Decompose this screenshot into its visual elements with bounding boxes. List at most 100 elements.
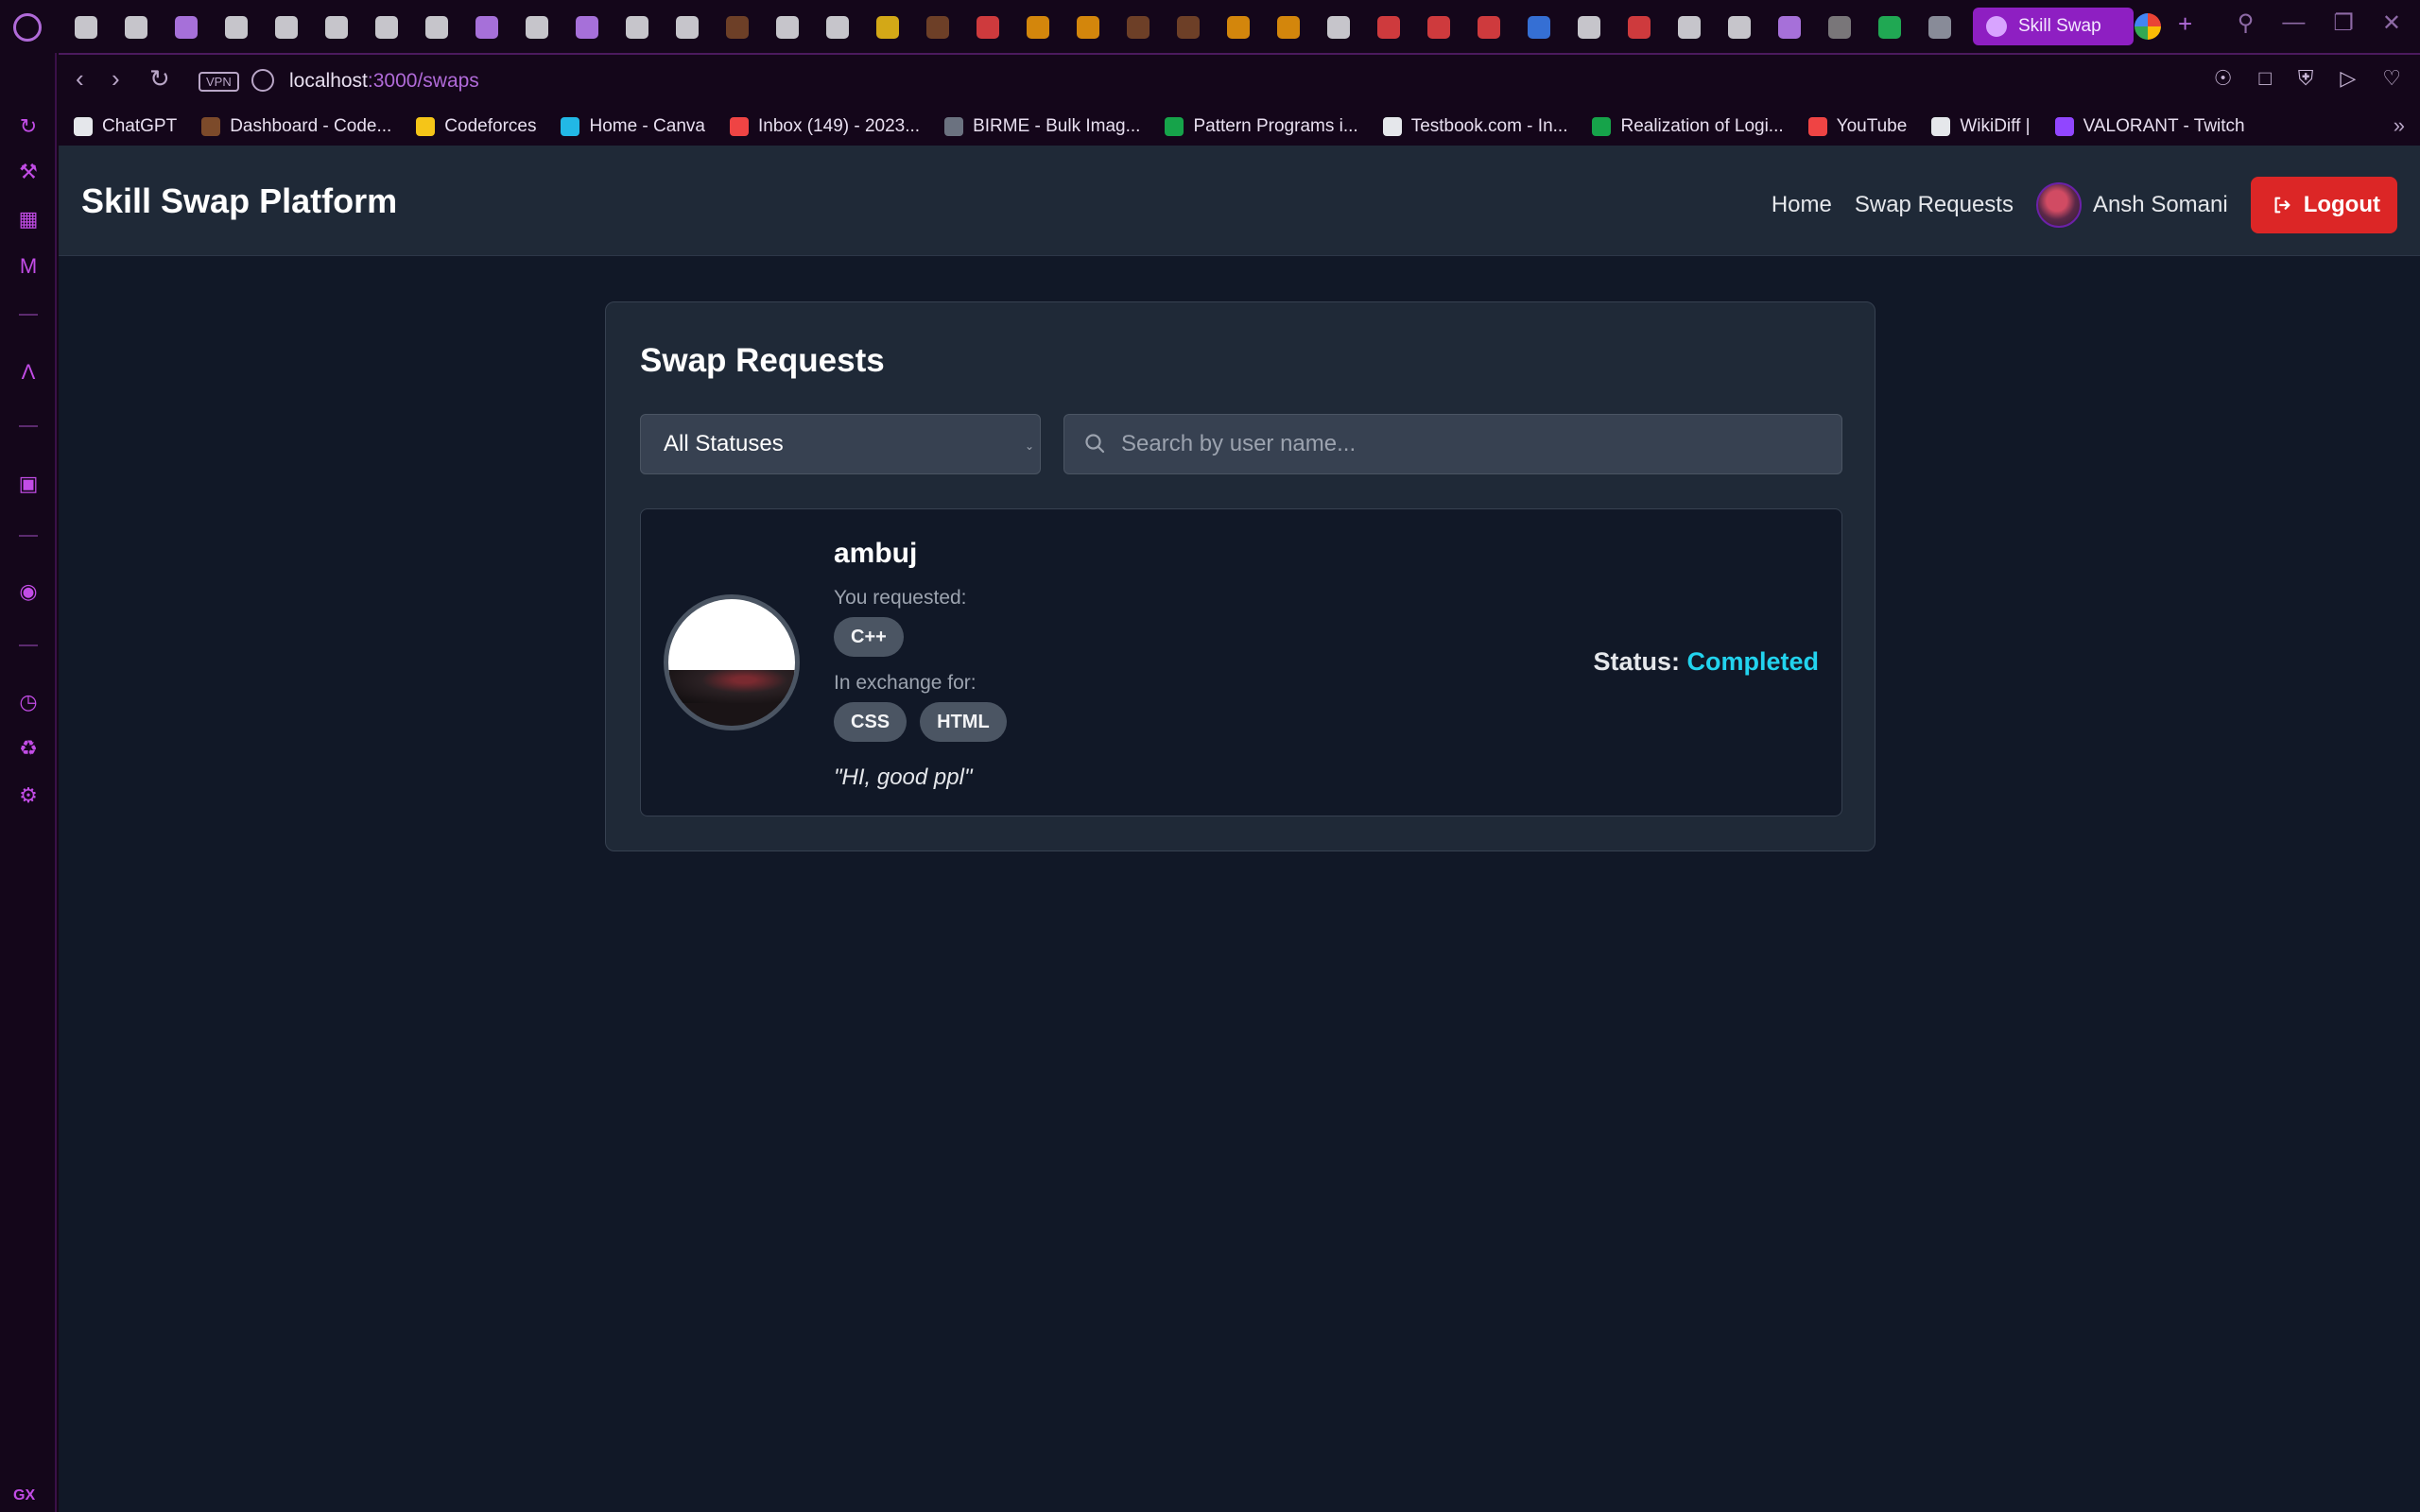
opera-icon[interactable] bbox=[1824, 11, 1855, 43]
meet-icon[interactable] bbox=[1874, 11, 1905, 43]
chevron-down-icon: ⌄ bbox=[1024, 439, 1034, 453]
gmail-glyph bbox=[1477, 15, 1500, 39]
pin-icon[interactable]: ☉ bbox=[2214, 66, 2233, 91]
github-icon[interactable] bbox=[1573, 11, 1604, 43]
heart-icon[interactable]: ♡ bbox=[2382, 66, 2401, 91]
speed-dial-icon[interactable]: ↻ bbox=[15, 113, 42, 140]
sidebar-divider bbox=[19, 425, 38, 427]
bookmark-item[interactable]: Inbox (149) - 2023... bbox=[729, 116, 920, 137]
leetcode-icon[interactable] bbox=[1072, 11, 1103, 43]
chatgpt-glyph bbox=[1326, 15, 1350, 39]
document-icon[interactable] bbox=[371, 11, 402, 43]
url-field[interactable]: localhost:3000/swaps bbox=[289, 70, 479, 93]
document-icon[interactable] bbox=[521, 11, 552, 43]
gx-icon[interactable]: GX bbox=[13, 1487, 35, 1504]
send-icon[interactable]: ▷ bbox=[2340, 66, 2356, 91]
search-input[interactable] bbox=[1121, 415, 1821, 473]
aria-icon[interactable]: Λ bbox=[15, 359, 42, 386]
youtube-icon[interactable] bbox=[1373, 11, 1404, 43]
codechef-glyph bbox=[725, 15, 749, 39]
google-tab-icon[interactable] bbox=[2135, 13, 2161, 40]
gx-mods-icon[interactable]: M bbox=[15, 253, 42, 280]
document-icon[interactable] bbox=[671, 11, 702, 43]
bookmark-item[interactable]: Dashboard - Code... bbox=[201, 116, 391, 137]
codechef-icon[interactable] bbox=[922, 11, 953, 43]
vscode-icon[interactable] bbox=[1523, 11, 1554, 43]
youtube-icon[interactable] bbox=[1623, 11, 1654, 43]
youtube-icon[interactable] bbox=[972, 11, 1003, 43]
history-icon[interactable]: ◷ bbox=[15, 689, 42, 715]
document-glyph bbox=[274, 15, 298, 39]
site-info-icon[interactable] bbox=[251, 69, 274, 92]
gx-cleaner-icon[interactable]: ▦ bbox=[15, 206, 42, 232]
new-tab-icon[interactable]: + bbox=[2178, 9, 2192, 39]
bookmark-item[interactable]: BIRME - Bulk Imag... bbox=[944, 116, 1140, 137]
user-profile-link[interactable]: Ansh Somani bbox=[2035, 182, 2228, 228]
bookmarks-overflow-icon[interactable]: » bbox=[2394, 113, 2405, 138]
codechef-icon[interactable] bbox=[1172, 11, 1203, 43]
document-icon[interactable] bbox=[821, 11, 853, 43]
tab-skill-swap[interactable]: Skill Swap bbox=[1973, 8, 2134, 45]
document-icon[interactable] bbox=[421, 11, 452, 43]
document-icon[interactable] bbox=[220, 11, 251, 43]
close-icon[interactable]: ✕ bbox=[2382, 9, 2401, 37]
gfg-icon[interactable] bbox=[1423, 11, 1454, 43]
logout-button[interactable]: Logout bbox=[2250, 177, 2397, 233]
forward-icon[interactable]: › bbox=[112, 64, 120, 94]
bookmark-item[interactable]: Home - Canva bbox=[561, 116, 705, 137]
game-icon[interactable] bbox=[70, 11, 101, 43]
hackerrank-icon[interactable] bbox=[120, 11, 151, 43]
spotify-icon[interactable]: ◉ bbox=[15, 578, 42, 605]
globe-icon[interactable] bbox=[471, 11, 502, 43]
codechef-icon[interactable] bbox=[721, 11, 752, 43]
minimize-icon[interactable]: — bbox=[2282, 9, 2305, 37]
globe-icon[interactable] bbox=[1773, 11, 1805, 43]
nav-swap-requests-link[interactable]: Swap Requests bbox=[1855, 192, 2014, 218]
back-icon[interactable]: ‹ bbox=[76, 64, 84, 94]
leetcode-icon[interactable] bbox=[1222, 11, 1253, 43]
globe-icon[interactable] bbox=[170, 11, 201, 43]
document-icon[interactable] bbox=[320, 11, 352, 43]
snapshot-icon[interactable]: □ bbox=[2259, 66, 2272, 91]
globe-icon[interactable] bbox=[571, 11, 602, 43]
twitch-icon[interactable]: ▣ bbox=[15, 471, 42, 497]
nav-home-link[interactable]: Home bbox=[1772, 192, 1832, 218]
screen-icon[interactable] bbox=[1924, 11, 1955, 43]
bookmark-item[interactable]: YouTube bbox=[1807, 116, 1907, 137]
window-controls: ⚲ — ❐ ✕ bbox=[2238, 9, 2401, 37]
gx-corner-icon[interactable]: ⚒ bbox=[15, 159, 42, 185]
document-icon[interactable] bbox=[771, 11, 803, 43]
chatgpt-icon[interactable] bbox=[1322, 11, 1354, 43]
bookmark-item[interactable]: Testbook.com - In... bbox=[1382, 116, 1567, 137]
reload-icon[interactable]: ↻ bbox=[149, 64, 170, 94]
skill-tag: CSS bbox=[834, 702, 908, 742]
restore-icon[interactable]: ❐ bbox=[2333, 9, 2354, 37]
gmail-icon[interactable] bbox=[1473, 11, 1504, 43]
chatgpt-icon bbox=[74, 117, 93, 136]
codechef-icon[interactable] bbox=[1122, 11, 1153, 43]
bookmark-item[interactable]: WikiDiff | bbox=[1931, 116, 2031, 137]
avatar[interactable] bbox=[664, 594, 800, 730]
leetcode-icon[interactable] bbox=[1272, 11, 1304, 43]
requested-skills: C++ bbox=[834, 617, 904, 657]
settings-icon[interactable]: ⚙ bbox=[15, 782, 42, 809]
brand-title[interactable]: Skill Swap Platform bbox=[81, 181, 397, 221]
chatgpt-icon[interactable] bbox=[1723, 11, 1754, 43]
opera-gx-logo-icon[interactable] bbox=[13, 13, 42, 42]
search-tabs-icon[interactable]: ⚲ bbox=[2238, 9, 2255, 37]
leetcode-icon[interactable] bbox=[1022, 11, 1053, 43]
bookmark-item[interactable]: Pattern Programs i... bbox=[1165, 116, 1358, 137]
document-icon[interactable] bbox=[621, 11, 652, 43]
shield-icon[interactable]: ⛨ bbox=[2298, 66, 2314, 91]
bookmark-item[interactable]: Codeforces bbox=[416, 116, 536, 137]
status-filter-select[interactable]: All Statuses ⌄ bbox=[640, 414, 1041, 474]
bookmark-item[interactable]: VALORANT - Twitch bbox=[2054, 116, 2245, 137]
document-icon[interactable] bbox=[270, 11, 302, 43]
bookmark-item[interactable]: Realization of Logi... bbox=[1592, 116, 1784, 137]
chatgpt-icon[interactable] bbox=[1673, 11, 1704, 43]
extensions-icon[interactable]: ♻ bbox=[15, 735, 42, 762]
bookmark-item[interactable]: ChatGPT bbox=[74, 116, 177, 137]
vpn-badge[interactable]: VPN bbox=[199, 72, 239, 92]
sidebar-divider bbox=[19, 314, 38, 316]
codeforces-icon[interactable] bbox=[872, 11, 903, 43]
